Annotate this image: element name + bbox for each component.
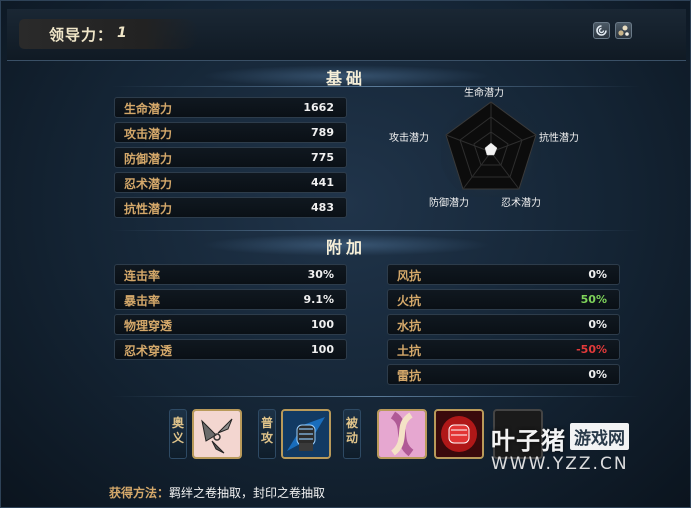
ougi-skill-icon[interactable] [192,409,242,459]
stat-label: 物理穿透 [124,319,173,333]
stat-value: 0% [588,318,607,331]
stat-row-combo-rate: 连击率 30% [114,264,347,285]
watermark-name: 叶子猪 [491,426,566,455]
potential-radar-chart [441,98,541,197]
passive-skill-2-icon[interactable] [434,409,484,459]
stat-value: 0% [588,268,607,281]
radar-label-resistance: 抗性潜力 [539,133,579,144]
character-panel: 领导力： 1 基础 生命潜力 1662 攻击潜力 789 防御潜力 775 忍术… [0,0,691,508]
divider-skills [111,396,641,397]
divider-extra [111,230,641,231]
skill-tag-passive: 被动 [343,409,361,459]
stat-row-crit-rate: 暴击率 9.1% [114,289,347,310]
stat-value: 483 [311,201,334,214]
stat-value: 30% [307,268,334,281]
stat-row-wind-resist: 风抗 0% [387,264,620,285]
stat-label: 风抗 [397,269,422,283]
stat-row-ninjutsu: 忍术潜力 441 [114,172,347,193]
normal-attack-skill-icon[interactable] [281,409,331,459]
stat-row-lightning-resist: 雷抗 0% [387,364,620,385]
acquire-method: 获得方法：羁绊之卷抽取，封印之卷抽取 [109,484,325,501]
stat-label: 暴击率 [124,294,161,308]
passive-skill-1-icon[interactable] [377,409,427,459]
leadership-value: 1 [117,25,127,41]
acquire-value: 羁绊之卷抽取，封印之卷抽取 [169,486,326,500]
radar-label-attack: 攻击潜力 [389,133,429,144]
stat-value: 789 [311,126,334,139]
stat-row-fire-resist: 火抗 50% [387,289,620,310]
acquire-label: 获得方法： [109,486,170,500]
skill-tag-normal: 普攻 [258,409,276,459]
stones-icon[interactable] [615,22,632,39]
stat-row-resistance: 抗性潜力 483 [114,197,347,218]
radar-label-defense: 防御潜力 [429,198,469,209]
stat-label: 连击率 [124,269,161,283]
stat-row-attack: 攻击潜力 789 [114,122,347,143]
stat-value: 441 [311,176,334,189]
stat-label: 抗性潜力 [124,202,173,216]
radar-label-ninjutsu: 忍术潜力 [501,198,541,209]
skill-tag-ougi: 奥义 [169,409,187,459]
stat-value: 100 [311,318,334,331]
radar-label-life: 生命潜力 [464,88,504,99]
watermark-box: 游戏网 [570,423,629,450]
stat-row-defense: 防御潜力 775 [114,147,347,168]
site-watermark: 叶子猪 游戏网 WWW.YZZ.CN [491,421,629,474]
stat-row-physical-penetration: 物理穿透 100 [114,314,347,335]
watermark-url: WWW.YZZ.CN [491,454,629,474]
divider-basic [111,86,641,87]
stat-row-earth-resist: 土抗 -50% [387,339,620,360]
stat-label: 忍术潜力 [124,177,173,191]
stat-label: 生命潜力 [124,102,173,116]
stat-label: 雷抗 [397,369,422,383]
section-title-basic: 基础 [201,65,491,88]
stat-value: 1662 [303,101,334,114]
stat-value: -50% [576,343,607,356]
section-title-extra: 附加 [201,234,491,257]
stat-label: 土抗 [397,344,422,358]
stat-value: 9.1% [303,293,334,306]
swirl-icon[interactable] [593,22,610,39]
stat-value: 0% [588,368,607,381]
stat-label: 攻击潜力 [124,127,173,141]
stat-label: 火抗 [397,294,422,308]
stat-row-life: 生命潜力 1662 [114,97,347,118]
stat-value: 775 [311,151,334,164]
stat-row-water-resist: 水抗 0% [387,314,620,335]
stat-value: 100 [311,343,334,356]
stat-label: 忍术穿透 [124,344,173,358]
stat-label: 水抗 [397,319,422,333]
leadership-label: 领导力： [49,26,114,44]
stat-row-ninjutsu-penetration: 忍术穿透 100 [114,339,347,360]
stat-label: 防御潜力 [124,152,173,166]
stat-value: 50% [580,293,607,306]
